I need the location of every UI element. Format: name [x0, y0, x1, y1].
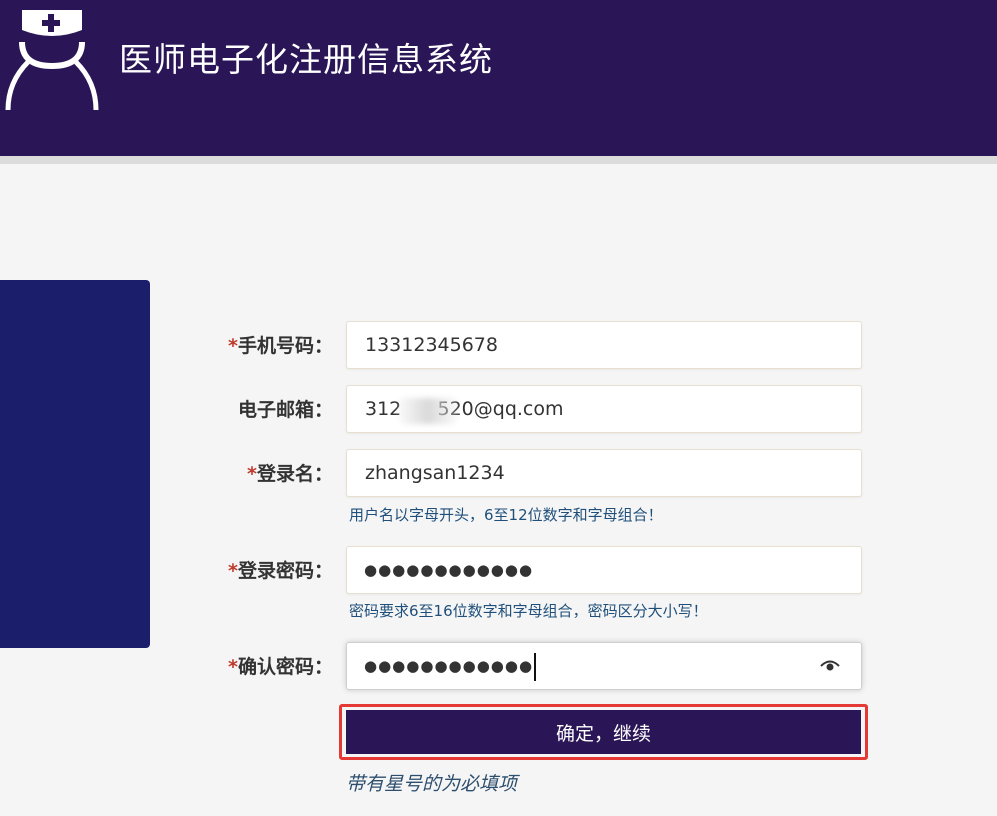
app-title: 医师电子化注册信息系统	[119, 40, 493, 79]
required-mark: *	[228, 560, 238, 582]
phone-label: *手机号码：	[228, 335, 333, 357]
email-label: 电子邮箱：	[237, 399, 333, 421]
confirm-password-row: *确认密码： ●●●●●●●●●●●●	[0, 642, 997, 692]
required-mark: *	[228, 335, 238, 357]
text-caret	[534, 652, 537, 681]
nurse-cap-logo-icon	[5, 10, 99, 111]
email-redaction-blur	[398, 398, 458, 424]
required-mark: *	[228, 656, 238, 678]
email-row: 电子邮箱：	[0, 385, 997, 435]
password-value: ●●●●●●●●●●●●	[364, 561, 534, 579]
login-name-label: *登录名：	[247, 463, 333, 485]
password-hint: 密码要求6至16位数字和字母组合，密码区分大小写！	[349, 602, 708, 620]
confirm-continue-button[interactable]: 确定，继续	[346, 710, 861, 754]
login-name-row: *登录名：	[0, 449, 997, 499]
password-row: *登录密码： ●●●●●●●●●●●●	[0, 546, 997, 596]
app-header: 医师电子化注册信息系统	[0, 0, 997, 156]
login-name-hint: 用户名以字母开头，6至12位数字和字母组合！	[349, 506, 663, 524]
password-label: *登录密码：	[228, 560, 333, 582]
header-divider	[0, 156, 997, 164]
phone-input[interactable]	[346, 321, 862, 369]
eye-icon[interactable]	[820, 658, 840, 674]
required-mark: *	[247, 463, 257, 485]
confirm-password-value: ●●●●●●●●●●●●	[364, 642, 537, 690]
login-name-input[interactable]	[346, 449, 862, 497]
required-footnote: 带有星号的为必填项	[346, 773, 518, 795]
phone-row: *手机号码：	[0, 321, 997, 371]
confirm-password-label: *确认密码：	[228, 656, 333, 678]
